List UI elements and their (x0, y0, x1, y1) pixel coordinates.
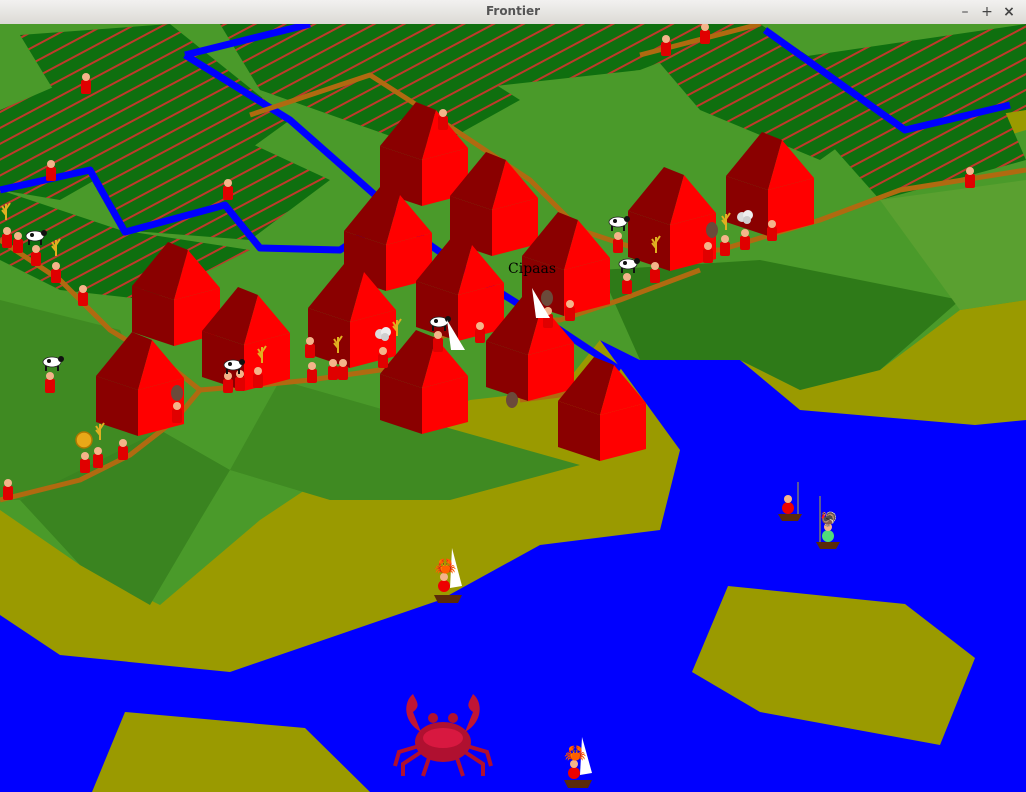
villager-icon[interactable] (78, 285, 88, 306)
svg-text:🦀: 🦀 (564, 743, 586, 764)
villager-icon[interactable] (93, 447, 103, 468)
villager-icon[interactable] (2, 227, 12, 248)
coin-icon[interactable] (75, 431, 93, 449)
villager-icon[interactable] (378, 347, 388, 368)
villager-icon[interactable] (438, 109, 448, 130)
close-button[interactable]: × (1000, 3, 1018, 21)
settlement-name[interactable]: Cipaas (508, 261, 556, 277)
svg-text:🦃: 🦃 (820, 511, 837, 528)
villager-icon[interactable] (622, 273, 632, 294)
villager-icon[interactable] (307, 362, 317, 383)
villager-icon[interactable] (328, 359, 338, 380)
title-bar[interactable]: Frontier – + × (0, 0, 1026, 25)
svg-text:🦀: 🦀 (434, 556, 456, 577)
villager-icon[interactable] (720, 235, 730, 256)
villager-icon[interactable] (46, 160, 56, 181)
villager-icon[interactable] (965, 167, 975, 188)
villager-icon[interactable] (740, 229, 750, 250)
villager-icon[interactable] (661, 35, 671, 56)
villager-icon[interactable] (80, 452, 90, 473)
villager-icon[interactable] (338, 359, 348, 380)
bull-icon[interactable] (706, 222, 718, 238)
app-window: Frontier – + × Cipaas 🦀 🦀 🦃 (0, 0, 1026, 792)
villager-icon[interactable] (767, 220, 777, 241)
villager-icon[interactable] (700, 24, 710, 44)
villager-icon[interactable] (118, 439, 128, 460)
villager-icon[interactable] (565, 300, 575, 321)
bull-icon[interactable] (171, 385, 183, 401)
villager-icon[interactable] (305, 337, 315, 358)
villager-icon[interactable] (703, 242, 713, 263)
game-map[interactable]: Cipaas 🦀 🦀 🦃 (0, 24, 1026, 792)
villager-icon[interactable] (51, 262, 61, 283)
villager-icon[interactable] (650, 262, 660, 283)
villager-icon[interactable] (223, 372, 233, 393)
villager-icon[interactable] (475, 322, 485, 343)
villager-icon[interactable] (172, 402, 182, 423)
villager-icon[interactable] (613, 232, 623, 253)
bull-icon[interactable] (541, 290, 553, 306)
villager-icon[interactable] (31, 245, 41, 266)
villager-icon[interactable] (3, 479, 13, 500)
bull-icon[interactable] (506, 392, 518, 408)
villager-icon[interactable] (13, 232, 23, 253)
minimize-button[interactable]: – (956, 3, 974, 21)
villager-icon[interactable] (253, 367, 263, 388)
villager-icon[interactable] (433, 331, 443, 352)
villager-icon[interactable] (223, 179, 233, 200)
villager-icon[interactable] (81, 73, 91, 94)
villager-icon[interactable] (45, 372, 55, 393)
window-title: Frontier (485, 4, 541, 18)
maximize-button[interactable]: + (978, 3, 996, 21)
